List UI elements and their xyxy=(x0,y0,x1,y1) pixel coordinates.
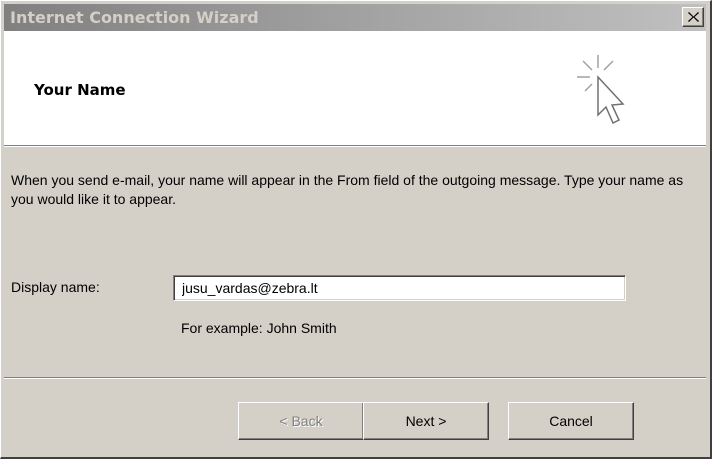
close-icon xyxy=(688,12,699,22)
description-text: When you send e-mail, your name will app… xyxy=(11,172,684,207)
window-title: Internet Connection Wizard xyxy=(10,8,259,27)
title-bar[interactable]: Internet Connection Wizard xyxy=(4,4,706,31)
wizard-cursor-icon xyxy=(577,55,625,125)
wizard-window: Internet Connection Wizard Your Name Whe… xyxy=(0,0,712,459)
separator-line xyxy=(4,377,706,379)
close-button[interactable] xyxy=(682,7,704,27)
page-title: Your Name xyxy=(34,81,126,99)
cancel-button[interactable]: Cancel xyxy=(508,402,634,440)
next-button[interactable]: Next > xyxy=(363,402,489,440)
display-name-label: Display name: xyxy=(11,279,100,295)
display-name-input[interactable] xyxy=(173,275,626,301)
wizard-header: Your Name xyxy=(4,31,706,147)
example-text: For example: John Smith xyxy=(181,320,337,336)
back-button[interactable]: < Back xyxy=(238,402,364,440)
